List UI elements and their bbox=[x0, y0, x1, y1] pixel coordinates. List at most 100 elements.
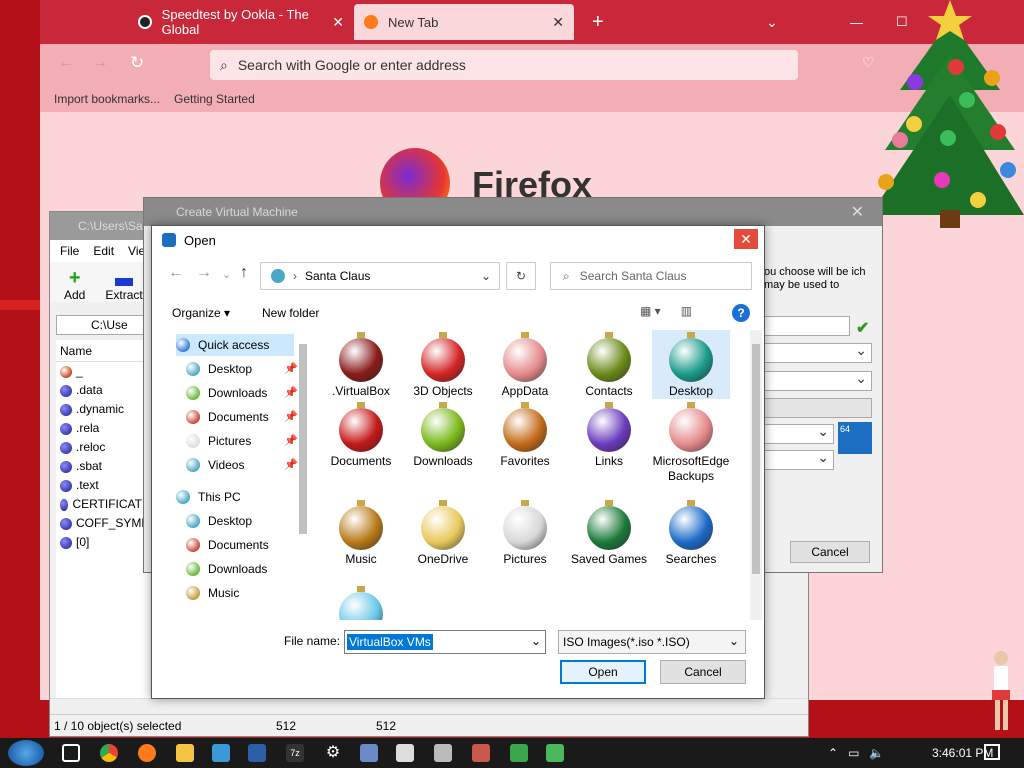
nav-item-music[interactable]: Music bbox=[186, 582, 294, 604]
7zip-path-field[interactable]: C:\Use bbox=[56, 315, 146, 335]
nav-item-pictures[interactable]: Pictures bbox=[186, 430, 294, 452]
nav-pane-scrollbar[interactable] bbox=[298, 330, 308, 620]
extract-button[interactable]: Extract bbox=[105, 272, 143, 302]
breadcrumb-santa-claus[interactable]: Santa Claus bbox=[305, 269, 370, 283]
nav-item-videos[interactable]: Videos bbox=[186, 454, 294, 476]
app-icon[interactable] bbox=[396, 744, 414, 762]
folder-item[interactable]: .VirtualBox bbox=[322, 330, 400, 399]
new-folder-button[interactable]: New folder bbox=[262, 306, 319, 320]
settings-icon[interactable]: ⚙ bbox=[324, 744, 342, 762]
menu-file[interactable]: File bbox=[60, 244, 79, 258]
list-item[interactable]: CERTIFICATE bbox=[56, 495, 150, 514]
folder-item[interactable]: Documents bbox=[322, 400, 400, 469]
cancel-button[interactable]: Cancel bbox=[660, 660, 746, 684]
horizontal-scrollbar[interactable] bbox=[50, 698, 808, 714]
refresh-button[interactable]: ↻ bbox=[506, 262, 536, 290]
app-icon[interactable] bbox=[546, 744, 564, 762]
pinned-firefox-tab[interactable] bbox=[80, 4, 110, 40]
vm-edition-select[interactable] bbox=[764, 398, 872, 418]
folder-item[interactable] bbox=[322, 584, 400, 620]
volume-icon[interactable]: 🔈 bbox=[869, 746, 884, 760]
nav-item-quick-access[interactable]: Quick access bbox=[176, 334, 294, 356]
folder-item[interactable]: Desktop bbox=[652, 330, 730, 399]
nav-item-downloads[interactable]: Downloads bbox=[186, 558, 294, 580]
list-item[interactable]: [0] bbox=[56, 533, 150, 552]
back-icon[interactable]: ← bbox=[168, 264, 184, 282]
open-button[interactable]: Open bbox=[560, 660, 646, 684]
file-name-dropdown-chevron-icon[interactable]: ⌄ bbox=[531, 634, 541, 648]
close-tab-icon[interactable]: ✕ bbox=[332, 14, 344, 31]
virtualbox-icon[interactable] bbox=[248, 744, 266, 762]
close-icon[interactable]: ✕ bbox=[851, 202, 864, 222]
app-icon[interactable] bbox=[360, 744, 378, 762]
list-item[interactable]: .reloc bbox=[56, 438, 150, 457]
vm-version-select[interactable] bbox=[764, 449, 834, 470]
chrome-icon[interactable] bbox=[100, 744, 118, 762]
menu-edit[interactable]: Edit bbox=[93, 244, 114, 258]
app-icon[interactable] bbox=[510, 744, 528, 762]
vm-iso-select[interactable] bbox=[764, 370, 872, 391]
organize-button[interactable]: Organize ▾ bbox=[172, 306, 230, 320]
list-item[interactable]: .data bbox=[56, 381, 150, 400]
list-item[interactable]: .rela bbox=[56, 419, 150, 438]
folder-item[interactable]: OneDrive bbox=[404, 498, 482, 567]
forward-icon[interactable]: → bbox=[92, 54, 108, 72]
start-icon[interactable] bbox=[8, 740, 44, 766]
explorer-icon[interactable] bbox=[176, 744, 194, 762]
app-icon[interactable] bbox=[434, 744, 452, 762]
address-bar[interactable]: › Santa Claus ⌄ bbox=[260, 262, 500, 290]
7zip-icon[interactable]: 7z bbox=[286, 744, 304, 762]
virtualbox-app-icon[interactable] bbox=[212, 744, 230, 762]
folder-item[interactable]: Saved Games bbox=[570, 498, 648, 567]
nav-item-documents[interactable]: Documents bbox=[186, 534, 294, 556]
forward-icon[interactable]: → bbox=[196, 264, 212, 282]
reload-icon[interactable]: ↻ bbox=[130, 53, 144, 73]
minimize-icon[interactable]: — bbox=[840, 4, 873, 40]
task-view-icon[interactable] bbox=[62, 744, 80, 762]
vm-type-select[interactable] bbox=[764, 423, 834, 444]
vm-folder-select[interactable] bbox=[764, 342, 872, 363]
list-item[interactable]: _ bbox=[56, 362, 150, 381]
list-item[interactable]: COFF_SYMB bbox=[56, 514, 150, 533]
nav-item-documents[interactable]: Documents bbox=[186, 406, 294, 428]
list-item[interactable]: .dynamic bbox=[56, 400, 150, 419]
view-options-icon[interactable]: ▦ ▾ ▥ bbox=[640, 304, 692, 318]
folder-item[interactable]: MicrosoftEdgeBackups bbox=[652, 400, 730, 484]
firefox-icon[interactable] bbox=[138, 744, 156, 762]
nav-item-desktop[interactable]: Desktop bbox=[186, 358, 294, 380]
app-icon[interactable] bbox=[472, 744, 490, 762]
notification-icon[interactable] bbox=[984, 744, 1000, 760]
column-header-name[interactable]: Name bbox=[56, 340, 150, 362]
file-name-input[interactable]: VirtualBox VMs ⌄ bbox=[344, 630, 546, 654]
nav-item-desktop[interactable]: Desktop bbox=[186, 510, 294, 532]
new-tab-button[interactable]: + bbox=[582, 4, 614, 40]
close-dialog-button[interactable]: ✕ bbox=[734, 229, 758, 249]
back-icon[interactable]: ← bbox=[58, 54, 74, 72]
folder-item[interactable]: Favorites bbox=[486, 400, 564, 469]
bookmark-import[interactable]: Import bookmarks... bbox=[54, 92, 160, 106]
bookmark-getting-started[interactable]: Getting Started bbox=[174, 92, 255, 106]
folder-item[interactable]: Links bbox=[570, 400, 648, 469]
folder-item[interactable]: Music bbox=[322, 498, 400, 567]
create-vm-cancel-button[interactable]: Cancel bbox=[790, 541, 870, 563]
url-bar[interactable]: ⌕ Search with Google or enter address bbox=[210, 50, 798, 80]
network-icon[interactable]: ▭ bbox=[848, 746, 859, 760]
search-box[interactable]: ⌕ Search Santa Claus bbox=[550, 262, 752, 290]
up-icon[interactable]: ↑ bbox=[240, 264, 248, 282]
file-list-scrollbar[interactable] bbox=[750, 330, 762, 620]
help-icon[interactable]: ? bbox=[732, 304, 750, 322]
nav-item-this-pc[interactable]: This PC bbox=[176, 486, 294, 508]
folder-item[interactable]: Pictures bbox=[486, 498, 564, 567]
nav-item-downloads[interactable]: Downloads bbox=[186, 382, 294, 404]
list-tabs-chevron-icon[interactable]: ⌄ bbox=[756, 4, 788, 40]
close-tab-icon[interactable]: ✕ bbox=[552, 14, 564, 31]
folder-item[interactable]: 3D Objects bbox=[404, 330, 482, 399]
tab-new-tab[interactable]: New Tab ✕ bbox=[354, 4, 574, 40]
file-type-select[interactable]: ISO Images(*.iso *.ISO) ⌄ bbox=[558, 630, 746, 654]
show-hidden-icons-chevron-icon[interactable]: ⌃ bbox=[828, 746, 838, 760]
folder-item[interactable]: Downloads bbox=[404, 400, 482, 469]
add-button[interactable]: + Add bbox=[64, 268, 85, 302]
address-dropdown-chevron-icon[interactable]: ⌄ bbox=[481, 269, 491, 283]
vm-name-field[interactable] bbox=[764, 316, 850, 336]
list-item[interactable]: .sbat bbox=[56, 457, 150, 476]
